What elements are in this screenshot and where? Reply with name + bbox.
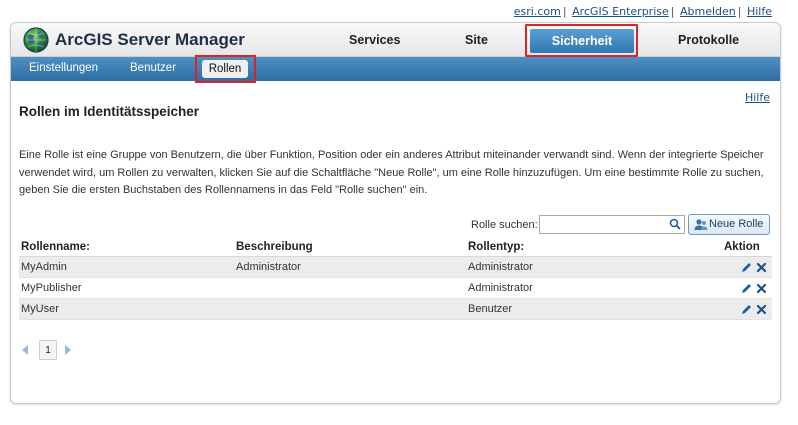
manager-frame: ArcGIS Server Manager Services Site Sich…: [10, 22, 781, 404]
subnav-benutzer[interactable]: Benutzer: [130, 62, 176, 74]
new-role-button[interactable]: Neue Rolle: [688, 214, 770, 235]
role-name: MyPublisher: [21, 282, 82, 294]
help-link[interactable]: Hilfe: [745, 91, 770, 104]
next-page-icon[interactable]: [64, 345, 72, 355]
table-row: MyPublisher Administrator: [19, 278, 772, 299]
page-title: Rollen im Identitätsspeicher: [19, 104, 200, 119]
table-header: Rollenname: Beschreibung Rollentyp: Akti…: [19, 238, 772, 257]
role-type: Benutzer: [468, 303, 513, 315]
edit-pencil-icon[interactable]: [741, 304, 752, 315]
column-header-rollenname[interactable]: Rollenname:: [21, 241, 90, 253]
add-role-icon: [694, 219, 708, 230]
edit-pencil-icon[interactable]: [741, 262, 752, 273]
separator: |: [737, 5, 742, 18]
subnav-einstellungen[interactable]: Einstellungen: [29, 62, 98, 74]
role-description: Administrator: [236, 261, 301, 273]
sub-navigation: Einstellungen Benutzer Rollen: [11, 55, 780, 83]
column-header-aktion: Aktion: [724, 241, 760, 253]
delete-x-icon[interactable]: [756, 262, 767, 273]
page-description: Eine Rolle ist eine Gruppe von Benutzern…: [19, 149, 764, 196]
nav-services[interactable]: Services: [349, 33, 400, 47]
nav-sicherheit[interactable]: Sicherheit: [530, 29, 634, 53]
esri-link[interactable]: esri.com: [514, 5, 561, 18]
separator: |: [670, 5, 675, 18]
new-role-label: Neue Rolle: [709, 218, 764, 230]
top-links: esri.com | ArcGIS Enterprise | Abmelden | H…: [514, 5, 772, 18]
nav-protokolle[interactable]: Protokolle: [678, 33, 739, 47]
role-type: Administrator: [468, 261, 533, 273]
page-number-button[interactable]: 1: [39, 340, 57, 360]
delete-x-icon[interactable]: [756, 304, 767, 315]
subnav-rollen[interactable]: Rollen: [202, 60, 248, 78]
top-help-link[interactable]: Hilfe: [747, 5, 772, 18]
app-title: ArcGIS Server Manager: [55, 30, 245, 49]
role-name: MyAdmin: [21, 261, 67, 273]
column-header-rollentyp[interactable]: Rollentyp:: [468, 241, 524, 253]
previous-page-icon[interactable]: [21, 345, 29, 355]
nav-site[interactable]: Site: [465, 33, 488, 47]
arcgis-enterprise-link[interactable]: ArcGIS Enterprise: [572, 5, 669, 18]
role-type: Administrator: [468, 282, 533, 294]
search-label: Rolle suchen:: [471, 219, 538, 231]
arcgis-globe-logo-icon: [23, 27, 49, 53]
table-row: MyAdmin Administrator Administrator: [19, 257, 772, 278]
edit-pencil-icon[interactable]: [741, 283, 752, 294]
logout-link[interactable]: Abmelden: [680, 5, 736, 18]
role-name: MyUser: [21, 303, 59, 315]
delete-x-icon[interactable]: [756, 283, 767, 294]
search-icon[interactable]: [669, 218, 681, 230]
table-row: MyUser Benutzer: [19, 299, 772, 320]
role-search-input[interactable]: [539, 215, 685, 234]
app-header: ArcGIS Server Manager Services Site Sich…: [11, 23, 780, 57]
column-header-beschreibung[interactable]: Beschreibung: [236, 241, 313, 253]
separator: |: [562, 5, 567, 18]
roles-table: Rollenname: Beschreibung Rollentyp: Akti…: [19, 238, 772, 320]
